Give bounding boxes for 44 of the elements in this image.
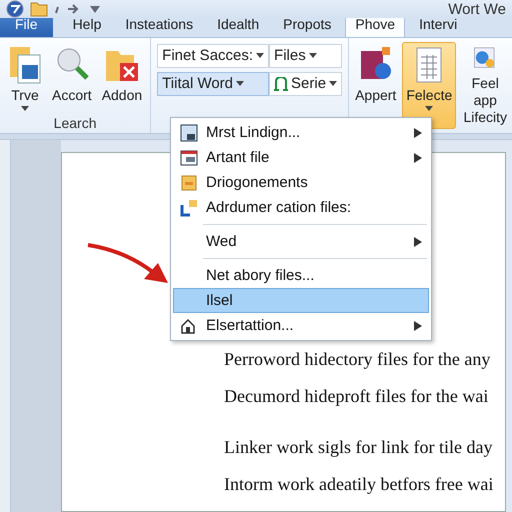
menu-item[interactable]: Wed <box>173 229 429 254</box>
menu-item[interactable]: Artant file <box>173 145 429 170</box>
ribbon-tab[interactable]: Idealth <box>207 18 270 37</box>
shortcut-icon <box>180 198 198 216</box>
ribbon-tab[interactable]: Intervi <box>409 18 468 37</box>
ribbon-tab[interactable]: Insteations <box>115 18 204 37</box>
save-icon <box>180 124 198 142</box>
dropdown-field[interactable]: Finet Sacces: <box>157 44 270 68</box>
window-title: Wort We <box>448 0 506 18</box>
folder-icon <box>180 174 198 192</box>
caret-icon <box>308 53 317 58</box>
arrow-icon <box>86 241 170 285</box>
document-icon <box>8 44 42 85</box>
ribbon-button[interactable]: Felecte <box>402 42 456 129</box>
ribbon-tab[interactable]: Propots <box>273 18 342 37</box>
caret-icon <box>256 53 264 58</box>
dropdown-icon[interactable] <box>90 6 100 12</box>
paragraph: Decumord hideproft files for the wai <box>224 386 490 407</box>
ribbon-button[interactable]: Trve <box>4 42 46 115</box>
ribbon-button[interactable]: Feel app Lifecity <box>458 42 512 129</box>
app-logo-icon <box>6 0 24 18</box>
home-icon <box>180 318 196 334</box>
menu-item[interactable]: Net abory files... <box>173 263 429 288</box>
paragraph: Perroword hidectory files for the any <box>224 349 492 370</box>
dropdown-field[interactable]: Files <box>269 44 342 68</box>
caret-icon <box>329 81 338 86</box>
window-icon <box>180 148 198 166</box>
dropdown-field[interactable]: Tiital Word <box>157 72 270 96</box>
caret-icon <box>236 81 244 86</box>
menu-item[interactable]: Driogonements <box>173 170 429 195</box>
spreadsheet-icon <box>414 44 444 85</box>
menu-item[interactable]: Adrdumer cation files: <box>173 195 429 220</box>
menu-item[interactable]: Elsertattion... <box>173 313 429 338</box>
menu-item[interactable]: Ilsel <box>173 288 429 313</box>
ribbon-button[interactable]: Accort <box>48 42 96 115</box>
group-label: Learch <box>52 114 98 131</box>
ribbon-tab[interactable]: Help <box>62 18 112 37</box>
paragraph: Intorm work adeatily betfors free wai <box>224 474 494 495</box>
ribbon-button[interactable]: Addon <box>98 42 146 115</box>
dropdown-field[interactable]: Serie <box>269 72 342 96</box>
style-icon <box>274 76 288 91</box>
paragraph: Linker work sigls for link for tile day <box>224 437 494 458</box>
ribbon-tab[interactable]: Phove <box>345 18 406 37</box>
file-tab[interactable]: File <box>0 18 53 37</box>
